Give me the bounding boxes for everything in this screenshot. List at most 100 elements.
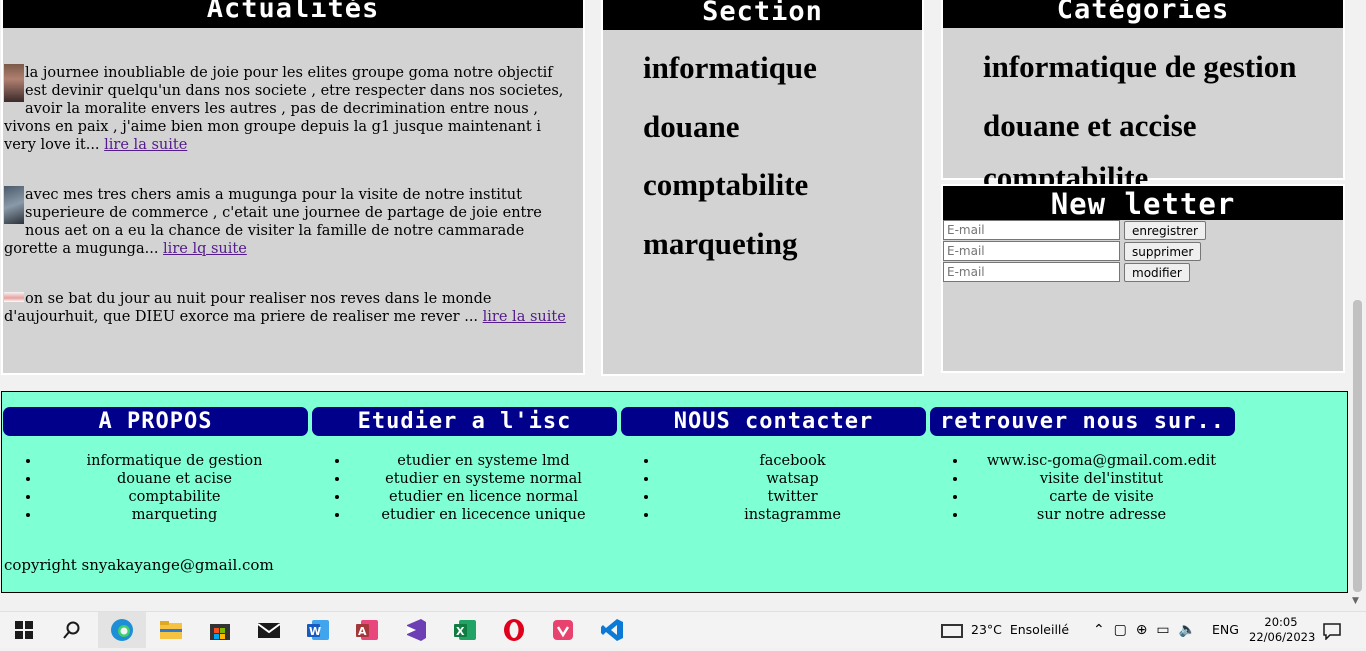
news-thumbnail bbox=[4, 64, 24, 102]
news-text: avec mes tres chers amis a mugunga pour … bbox=[4, 187, 542, 257]
delete-button[interactable]: supprimer bbox=[1124, 242, 1202, 261]
footer-column-title: NOUS contacter bbox=[621, 407, 926, 436]
footer-column-about: A PROPOS informatique de gestion douane … bbox=[3, 407, 308, 524]
language-indicator[interactable]: ENG bbox=[1212, 612, 1239, 648]
footer-link[interactable]: etudier en licecence unique bbox=[350, 506, 617, 524]
design-app-icon bbox=[553, 620, 573, 640]
section-list: informatique douane comptabilite marquet… bbox=[643, 50, 817, 284]
svg-text:W: W bbox=[309, 625, 321, 638]
footer-link[interactable]: carte de visite bbox=[968, 488, 1235, 506]
footer-link[interactable]: comptabilite bbox=[41, 488, 308, 506]
read-more-link[interactable]: lire la suite bbox=[104, 137, 187, 153]
read-more-link[interactable]: lire la suite bbox=[483, 309, 566, 325]
weather-temp: 23°C bbox=[971, 622, 1002, 637]
notification-icon bbox=[1323, 622, 1341, 641]
footer-link[interactable]: visite del'institut bbox=[968, 470, 1235, 488]
mail-icon bbox=[257, 623, 281, 638]
email-field[interactable] bbox=[943, 220, 1120, 240]
clock-date: 22/06/2023 bbox=[1249, 630, 1316, 644]
taskbar-app-design[interactable] bbox=[539, 612, 587, 648]
news-title: Actualités bbox=[3, 0, 583, 28]
folder-icon bbox=[160, 621, 182, 639]
category-item[interactable]: douane et accise bbox=[983, 108, 1296, 167]
start-button[interactable] bbox=[0, 612, 48, 648]
news-item: avec mes tres chers amis a mugunga pour … bbox=[4, 186, 576, 258]
taskbar-app-vscode[interactable] bbox=[588, 612, 636, 648]
tray-icons[interactable]: ⌃ ▢ ⊕ ▭ 🔈 bbox=[1093, 612, 1196, 648]
footer-link[interactable]: etudier en systeme lmd bbox=[350, 452, 617, 470]
section-panel: Section informatique douane comptabilite… bbox=[601, 0, 924, 376]
email-field[interactable] bbox=[943, 241, 1120, 261]
taskbar-app-file-explorer[interactable] bbox=[147, 612, 195, 648]
footer-link[interactable]: marqueting bbox=[41, 506, 308, 524]
footer-link[interactable]: douane et acise bbox=[41, 470, 308, 488]
news-thumbnail bbox=[4, 186, 24, 224]
battery-icon[interactable]: ▭ bbox=[1156, 622, 1169, 638]
section-item[interactable]: comptabilite bbox=[643, 167, 817, 226]
chevron-up-icon[interactable]: ⌃ bbox=[1093, 622, 1105, 638]
edge-icon bbox=[111, 619, 133, 641]
news-text: la journee inoubliable de joie pour les … bbox=[4, 65, 564, 153]
section-item[interactable]: douane bbox=[643, 109, 817, 168]
footer-link[interactable]: twitter bbox=[659, 488, 926, 506]
notification-button[interactable] bbox=[1322, 612, 1342, 648]
footer-link[interactable]: etudier en systeme normal bbox=[350, 470, 617, 488]
section-title: Section bbox=[603, 0, 922, 30]
category-item[interactable]: informatique de gestion bbox=[983, 49, 1296, 108]
weather-icon bbox=[941, 623, 963, 638]
footer-link[interactable]: sur notre adresse bbox=[968, 506, 1235, 524]
scroll-down-arrow-icon[interactable]: ▼ bbox=[1352, 596, 1359, 606]
taskbar-app-edge[interactable] bbox=[98, 612, 146, 648]
copyright-text: copyright snyakayange@gmail.com bbox=[4, 556, 274, 574]
footer-link[interactable]: informatique de gestion bbox=[41, 452, 308, 470]
taskbar-app-word[interactable]: W bbox=[294, 612, 342, 648]
taskbar-app-opera[interactable] bbox=[490, 612, 538, 648]
taskbar-app-visual-studio[interactable] bbox=[392, 612, 440, 648]
taskbar-app-store[interactable] bbox=[196, 612, 244, 648]
vscode-icon bbox=[601, 619, 623, 641]
footer-column-title: Etudier a l'isc bbox=[312, 407, 617, 436]
newsletter-panel: New letter enregistrer supprimer modifie… bbox=[941, 184, 1345, 373]
visual-studio-icon bbox=[407, 619, 426, 641]
news-item: la journee inoubliable de joie pour les … bbox=[4, 64, 576, 154]
footer-link[interactable]: www.isc-goma@gmail.com.edit bbox=[968, 452, 1235, 470]
section-item[interactable]: marqueting bbox=[643, 226, 817, 285]
modify-button[interactable]: modifier bbox=[1124, 263, 1190, 282]
news-text: on se bat du jour au nuit pour realiser … bbox=[4, 291, 492, 325]
opera-icon bbox=[504, 619, 524, 641]
taskbar-app-excel[interactable]: X bbox=[441, 612, 489, 648]
footer-link[interactable]: etudier en licence normal bbox=[350, 488, 617, 506]
taskbar: W A X 23°C Ensoleillé ⌃ ▢ ⊕ ▭ 🔈 ENG 20:0… bbox=[0, 611, 1366, 648]
footer: A PROPOS informatique de gestion douane … bbox=[1, 391, 1348, 593]
vertical-scrollbar[interactable]: ▼ bbox=[1349, 0, 1366, 611]
windows-logo-icon bbox=[15, 621, 33, 639]
newsletter-title: New letter bbox=[943, 186, 1343, 221]
excel-icon: X bbox=[454, 620, 476, 640]
email-field[interactable] bbox=[943, 262, 1120, 282]
footer-link[interactable]: facebook bbox=[659, 452, 926, 470]
scrollbar-thumb[interactable] bbox=[1353, 300, 1362, 592]
read-more-link[interactable]: lire lq suite bbox=[163, 241, 247, 257]
search-button[interactable] bbox=[48, 612, 96, 648]
register-button[interactable]: enregistrer bbox=[1124, 221, 1206, 240]
footer-column-title: retrouver nous sur.. bbox=[930, 407, 1235, 436]
news-panel: Actualités la journee inoubliable de joi… bbox=[1, 0, 585, 375]
footer-link[interactable]: instagramme bbox=[659, 506, 926, 524]
news-item: on se bat du jour au nuit pour realiser … bbox=[4, 290, 576, 326]
taskbar-app-mail[interactable] bbox=[245, 612, 293, 648]
footer-column-contact: NOUS contacter facebook watsap twitter i… bbox=[621, 407, 926, 524]
news-thumbnail bbox=[4, 292, 24, 302]
access-icon: A bbox=[356, 620, 378, 640]
footer-link[interactable]: watsap bbox=[659, 470, 926, 488]
clock-time: 20:05 bbox=[1264, 615, 1298, 629]
taskbar-app-access[interactable]: A bbox=[343, 612, 391, 648]
network-icon[interactable]: ⊕ bbox=[1136, 622, 1148, 638]
weather-widget[interactable]: 23°C Ensoleillé bbox=[941, 612, 1069, 648]
clock[interactable]: 20:05 22/06/2023 bbox=[1249, 612, 1316, 651]
section-item[interactable]: informatique bbox=[643, 50, 817, 109]
search-icon bbox=[63, 621, 80, 639]
weather-desc: Ensoleillé bbox=[1009, 622, 1070, 637]
footer-column-study: Etudier a l'isc etudier en systeme lmd e… bbox=[312, 407, 617, 524]
device-icon[interactable]: ▢ bbox=[1114, 622, 1127, 638]
volume-icon[interactable]: 🔈 bbox=[1179, 622, 1196, 638]
